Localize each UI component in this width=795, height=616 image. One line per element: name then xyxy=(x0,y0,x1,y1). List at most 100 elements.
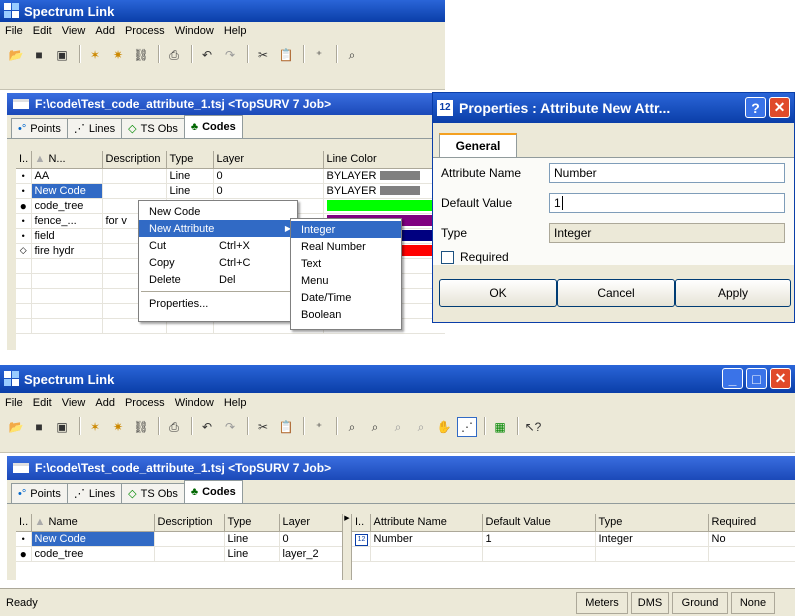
submenu-item-menu[interactable]: Menu xyxy=(291,272,401,289)
cut-icon[interactable]: ✂ xyxy=(253,45,273,65)
top-document-titlebar[interactable]: F:\code\Test_code_attribute_1.tsj <TopSU… xyxy=(7,93,445,115)
point-tool-icon[interactable]: ⁺ xyxy=(309,417,329,437)
tab-points[interactable]: •° Points xyxy=(11,118,68,138)
redo-icon[interactable]: ↷ xyxy=(220,45,240,65)
save-all-icon[interactable]: ▣ xyxy=(52,417,72,437)
required-checkbox[interactable] xyxy=(441,250,454,264)
tab-ts-obs[interactable]: ◇ TS Obs xyxy=(121,483,185,503)
default-value-input[interactable]: 1 xyxy=(549,193,785,213)
pan-hand-icon[interactable]: ✋ xyxy=(434,417,454,437)
help-button[interactable]: ? xyxy=(745,97,766,118)
menu-item-new-attribute[interactable]: New Attribute ▶ xyxy=(139,220,297,237)
table-row[interactable]: • New Code Line 0 xyxy=(16,531,342,547)
menu-file[interactable]: File xyxy=(0,397,28,409)
zoom-extents-icon[interactable]: ⌕ xyxy=(411,417,431,437)
save-icon[interactable]: ■ xyxy=(29,417,49,437)
menu-window[interactable]: Window xyxy=(170,25,219,37)
minimize-button[interactable]: _ xyxy=(722,368,743,389)
print-icon[interactable]: ⎙ xyxy=(164,45,184,65)
menu-file[interactable]: File xyxy=(0,25,28,37)
menu-help[interactable]: Help xyxy=(219,397,252,409)
cut-icon[interactable]: ✂ xyxy=(253,417,273,437)
paste-icon[interactable]: 📋 xyxy=(276,417,296,437)
menu-help[interactable]: Help xyxy=(219,25,252,37)
table-row[interactable]: ● code_tree Line layer_2 xyxy=(16,546,342,562)
menu-edit[interactable]: Edit xyxy=(28,25,57,37)
table-row[interactable]: • New Code Line 0 BYLAYER xyxy=(16,183,445,199)
undo-icon[interactable]: ↶ xyxy=(197,45,217,65)
close-button[interactable]: ✕ xyxy=(770,368,791,389)
add-point-icon[interactable]: ✶ xyxy=(85,417,105,437)
col-header-layer[interactable]: Layer xyxy=(279,514,342,532)
undo-icon[interactable]: ↶ xyxy=(197,417,217,437)
col-header-name[interactable]: ▲ N... xyxy=(31,151,103,169)
attribute-name-input[interactable]: Number xyxy=(549,163,785,183)
tab-lines[interactable]: ⋰ Lines xyxy=(66,483,123,503)
bottom-document-titlebar[interactable]: F:\code\Test_code_attribute_1.tsj <TopSU… xyxy=(7,456,795,480)
col-header-description[interactable]: Description xyxy=(102,151,167,169)
link-icon[interactable]: ⛓ xyxy=(131,45,151,65)
point-tool-icon[interactable]: ⁺ xyxy=(309,45,329,65)
col-header-type[interactable]: Type xyxy=(166,151,214,169)
col-header-default-value[interactable]: Default Value xyxy=(482,514,596,532)
print-icon[interactable]: ⎙ xyxy=(164,417,184,437)
menu-item-copy[interactable]: Copy Ctrl+C xyxy=(139,254,297,271)
link-icon[interactable]: ⛓ xyxy=(131,417,151,437)
top-window-titlebar[interactable]: Spectrum Link xyxy=(0,0,445,22)
submenu-item-date-time[interactable]: Date/Time xyxy=(291,289,401,306)
col-header-line-color[interactable]: Line Color xyxy=(323,151,445,169)
table-row[interactable]: • AA Line 0 BYLAYER xyxy=(16,168,445,184)
dialog-titlebar[interactable]: 12 Properties : Attribute New Attr... ? … xyxy=(433,93,794,123)
table-view-icon[interactable]: ▦ xyxy=(490,417,510,437)
required-checkbox-row[interactable]: Required xyxy=(441,250,509,264)
col-header-icon[interactable]: I.. xyxy=(16,514,32,532)
menu-item-new-code[interactable]: New Code xyxy=(139,203,297,220)
lines-view-icon[interactable]: ⋰ xyxy=(457,417,477,437)
close-button[interactable]: ✕ xyxy=(769,97,790,118)
cancel-button[interactable]: Cancel xyxy=(557,279,675,307)
save-all-icon[interactable]: ▣ xyxy=(52,45,72,65)
add-code-icon[interactable]: ✷ xyxy=(108,417,128,437)
col-header-icon[interactable]: I.. xyxy=(352,514,371,532)
maximize-button[interactable]: □ xyxy=(746,368,767,389)
menu-view[interactable]: View xyxy=(57,25,91,37)
save-icon[interactable]: ■ xyxy=(29,45,49,65)
col-header-required[interactable]: Required xyxy=(708,514,795,532)
tab-general[interactable]: General xyxy=(439,133,517,157)
tab-codes[interactable]: ♣ Codes xyxy=(183,480,243,503)
submenu-item-text[interactable]: Text xyxy=(291,255,401,272)
open-icon[interactable]: 📂 xyxy=(6,417,26,437)
zoom-in-icon[interactable]: ⌕ xyxy=(342,417,362,437)
tab-ts-obs[interactable]: ◇ TS Obs xyxy=(121,118,185,138)
add-code-icon[interactable]: ✷ xyxy=(108,45,128,65)
col-header-name[interactable]: ▲ Name xyxy=(31,514,155,532)
col-header-type[interactable]: Type xyxy=(595,514,709,532)
menu-item-properties[interactable]: Properties... xyxy=(139,295,297,312)
apply-button[interactable]: Apply xyxy=(675,279,791,307)
menu-process[interactable]: Process xyxy=(120,25,170,37)
open-icon[interactable]: 📂 xyxy=(6,45,26,65)
tab-codes[interactable]: ♣ Codes xyxy=(183,115,243,138)
zoom-icon[interactable]: ⌕ xyxy=(342,45,362,65)
submenu-item-integer[interactable]: Integer xyxy=(291,221,401,238)
menu-process[interactable]: Process xyxy=(120,397,170,409)
splitter[interactable]: ▶ xyxy=(342,514,352,580)
menu-window[interactable]: Window xyxy=(170,397,219,409)
table-row[interactable]: 12 Number 1 Integer No xyxy=(352,531,795,547)
menu-edit[interactable]: Edit xyxy=(28,397,57,409)
col-header-description[interactable]: Description xyxy=(154,514,225,532)
menu-add[interactable]: Add xyxy=(90,25,120,37)
zoom-out-icon[interactable]: ⌕ xyxy=(365,417,385,437)
whats-this-icon[interactable]: ↖? xyxy=(523,417,543,437)
zoom-window-icon[interactable]: ⌕ xyxy=(388,417,408,437)
submenu-item-boolean[interactable]: Boolean xyxy=(291,306,401,323)
submenu-item-real-number[interactable]: Real Number xyxy=(291,238,401,255)
col-header-layer[interactable]: Layer xyxy=(213,151,324,169)
redo-icon[interactable]: ↷ xyxy=(220,417,240,437)
tab-points[interactable]: •° Points xyxy=(11,483,68,503)
add-point-icon[interactable]: ✶ xyxy=(85,45,105,65)
menu-item-delete[interactable]: Delete Del xyxy=(139,271,297,288)
col-header-icon[interactable]: I.. xyxy=(16,151,32,169)
paste-icon[interactable]: 📋 xyxy=(276,45,296,65)
tab-lines[interactable]: ⋰ Lines xyxy=(66,118,123,138)
